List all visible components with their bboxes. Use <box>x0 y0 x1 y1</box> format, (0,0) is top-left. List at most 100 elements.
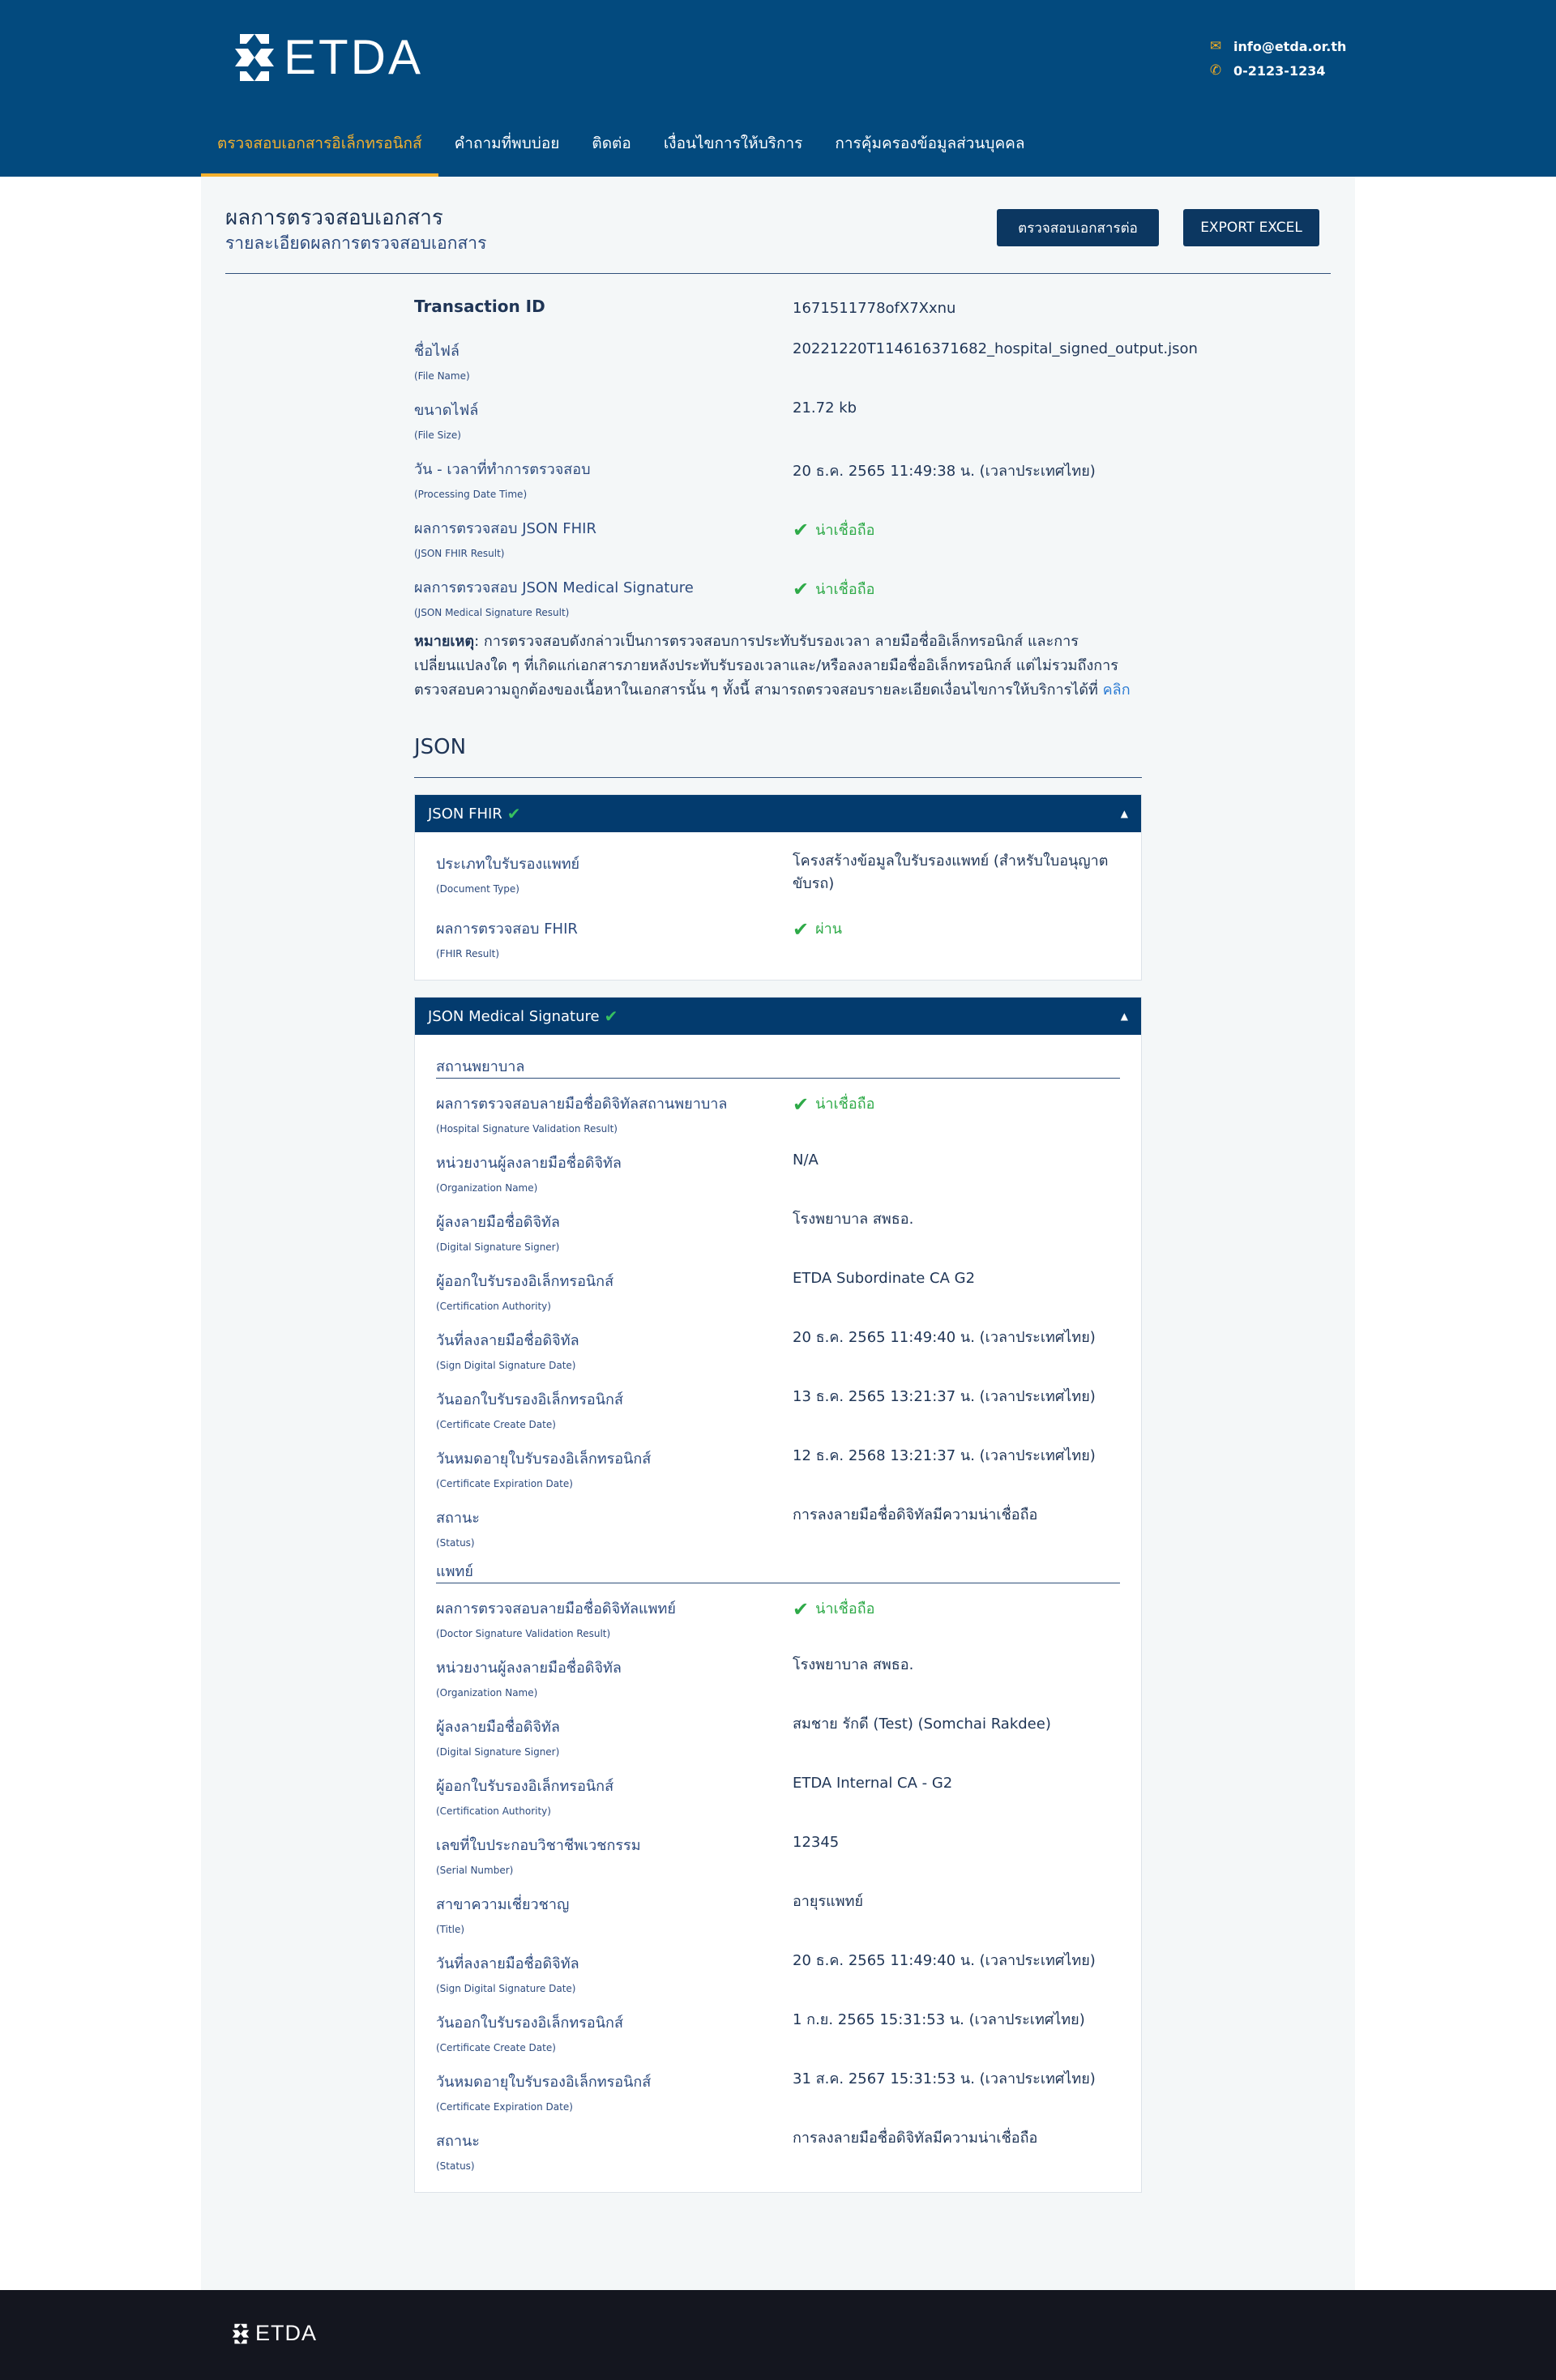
row-sublabel: (Certificate Expiration Date) <box>436 1478 573 1489</box>
row-sublabel: (Title) <box>436 1924 465 1935</box>
status-text: น่าเชื่อถือ <box>815 522 875 539</box>
hospital-sign-date-row: วันที่ลงลายมือชื่อดิจิทัล (Sign Digital … <box>436 1328 1120 1387</box>
row-sublabel: (Status) <box>436 1537 475 1549</box>
hospital-section-label: สถานพยาบาล <box>436 1054 1120 1079</box>
fhir-panel-body: ประเภทใบรับรองแพทย์ (Document Type) โครง… <box>415 832 1141 980</box>
etda-logo-mark-icon <box>235 34 274 81</box>
nav-item-verify-documents[interactable]: ตรวจสอบเอกสารอิเล็กทรอนิกส์ <box>201 113 438 177</box>
row-value: 13 ธ.ค. 2565 13:21:37 น. (เวลาประเทศไทย) <box>793 1388 1096 1405</box>
status-badge: ✔ น่าเชื่อถือ <box>793 1093 1125 1116</box>
row-value: โรงพยาบาล สพธอ. <box>793 1656 914 1673</box>
row-value: 21.72 kb <box>793 400 857 417</box>
main-content: ผลการตรวจสอบเอกสาร รายละเอียดผลการตรวจสอ… <box>201 177 1355 2290</box>
site-header: ETDA ✉ info@etda.or.th ✆ 0-2123-1234 ตรว… <box>0 0 1556 177</box>
row-sublabel: (Certificate Create Date) <box>436 2042 556 2053</box>
nav-item-privacy[interactable]: การคุ้มครองข้อมูลส่วนบุคคล <box>819 113 1041 177</box>
row-value: 20221220T114616371682_hospital_signed_ou… <box>793 340 1198 357</box>
row-value: 12 ธ.ค. 2568 13:21:37 น. (เวลาประเทศไทย) <box>793 1447 1096 1464</box>
fhir-panel-header[interactable]: JSON FHIR ✔ ▲ <box>415 795 1141 832</box>
status-badge: ✔ น่าเชื่อถือ <box>793 577 874 600</box>
doctor-specialty-row: สาขาความเชี่ยวชาญ (Title) อายุรแพทย์ <box>436 1892 1120 1951</box>
row-value: การลงลายมือชื่อดิจิทัลมีความน่าเชื่อถือ <box>793 2130 1038 2147</box>
row-value: ETDA Subordinate CA G2 <box>793 1270 976 1287</box>
chevron-up-icon[interactable]: ▲ <box>1121 808 1128 819</box>
check-icon: ✔ <box>604 1006 618 1026</box>
row-value: 12345 <box>793 1834 840 1851</box>
row-label: ผลการตรวจสอบ JSON FHIR <box>414 520 596 537</box>
terms-link[interactable]: คลิก <box>1103 682 1131 699</box>
export-excel-button[interactable]: EXPORT EXCEL <box>1183 209 1319 246</box>
file-name-row: ชื่อไฟล์ (File Name) 20221220T1146163716… <box>414 339 1198 398</box>
signature-panel-header[interactable]: JSON Medical Signature ✔ ▲ <box>415 998 1141 1035</box>
row-value: การลงลายมือชื่อดิจิทัลมีความน่าเชื่อถือ <box>793 1506 1038 1523</box>
doctor-validation-row: ผลการตรวจสอบลายมือชื่อดิจิทัลแพทย์ (Doct… <box>436 1596 1120 1656</box>
check-icon: ✔ <box>793 1598 810 1621</box>
row-sublabel: (Organization Name) <box>436 1182 538 1194</box>
row-sublabel: (Hospital Signature Validation Result) <box>436 1123 618 1134</box>
contact-phone-text: 0-2123-1234 <box>1233 62 1326 79</box>
signature-panel: JSON Medical Signature ✔ ▲ สถานพยาบาล ผล… <box>414 997 1142 2193</box>
row-value: โครงสร้างข้อมูลใบรับรองแพทย์ (สำหรับใบอน… <box>793 852 1109 892</box>
doctor-sign-date-row: วันที่ลงลายมือชื่อดิจิทัล (Sign Digital … <box>436 1951 1120 2010</box>
doctor-cert-create-row: วันออกใบรับรองอิเล็กทรอนิกส์ (Certificat… <box>436 2010 1120 2070</box>
row-value: สมชาย รักดี (Test) (Somchai Rakdee) <box>793 1716 1051 1733</box>
row-sublabel: (File Name) <box>414 370 470 382</box>
hospital-organization-row: หน่วยงานผู้ลงลายมือชื่อดิจิทัล (Organiza… <box>436 1151 1120 1210</box>
row-sublabel: (Certification Authority) <box>436 1301 551 1312</box>
status-text: น่าเชื่อถือ <box>815 1600 875 1617</box>
hospital-cert-create-row: วันออกใบรับรองอิเล็กทรอนิกส์ (Certificat… <box>436 1387 1120 1446</box>
row-sublabel: (Sign Digital Signature Date) <box>436 1360 576 1371</box>
processing-time-row: วัน - เวลาที่ทำการตรวจสอบ (Processing Da… <box>414 457 1142 516</box>
fhir-result-row: ผลการตรวจสอบ FHIR (FHIR Result) ✔ ผ่าน <box>436 917 1120 959</box>
row-label: ขนาดไฟล์ <box>414 402 479 419</box>
status-text: ผ่าน <box>815 921 843 938</box>
panel-title: JSON FHIR <box>428 805 502 823</box>
row-value: 20 ธ.ค. 2565 11:49:40 น. (เวลาประเทศไทย) <box>793 1329 1096 1346</box>
row-sublabel: (JSON FHIR Result) <box>414 548 505 559</box>
verify-another-button[interactable]: ตรวจสอบเอกสารต่อ <box>997 209 1159 246</box>
check-icon: ✔ <box>507 804 521 823</box>
footer-logo[interactable]: ETDA <box>231 2321 317 2346</box>
doctor-signer-row: ผู้ลงลายมือชื่อดิจิทัล (Digital Signatur… <box>436 1715 1120 1774</box>
doctor-status-row: สถานะ (Status) การลงลายมือชื่อดิจิทัลมีค… <box>436 2129 1120 2172</box>
phone-icon: ✆ <box>1209 62 1222 79</box>
nav-item-contact[interactable]: ติดต่อ <box>575 113 647 177</box>
row-sublabel: (Organization Name) <box>436 1687 538 1698</box>
transaction-row: Transaction ID 1671511778ofX7Xxnu <box>414 297 1142 339</box>
etda-logo[interactable]: ETDA <box>232 29 423 86</box>
contact-phone[interactable]: ✆ 0-2123-1234 <box>1208 58 1346 83</box>
row-value: 1 ก.ย. 2565 15:31:53 น. (เวลาประเทศไทย) <box>793 2011 1085 2028</box>
status-text: น่าเชื่อถือ <box>815 581 875 598</box>
row-sublabel: (Certificate Expiration Date) <box>436 2101 573 2113</box>
disclaimer-note: หมายเหตุ: การตรวจสอบดังกล่าวเป็นการตรวจส… <box>414 630 1142 703</box>
contact-email-text: info@etda.or.th <box>1233 38 1347 54</box>
chevron-up-icon[interactable]: ▲ <box>1121 1011 1128 1022</box>
logo-text: ETDA <box>284 30 424 84</box>
file-size-row: ขนาดไฟล์ (File Size) 21.72 kb <box>414 398 1142 457</box>
doctor-organization-row: หน่วยงานผู้ลงลายมือชื่อดิจิทัล (Organiza… <box>436 1656 1120 1715</box>
row-sublabel: (FHIR Result) <box>436 948 500 959</box>
row-sublabel: (Certification Authority) <box>436 1805 551 1817</box>
fhir-result-row: ผลการตรวจสอบ JSON FHIR (JSON FHIR Result… <box>414 516 1142 575</box>
doctor-section-label: แพทย์ <box>436 1559 1120 1583</box>
contact-email[interactable]: ✉ info@etda.or.th <box>1208 34 1347 58</box>
envelope-icon: ✉ <box>1209 38 1222 54</box>
row-value: 20 ธ.ค. 2565 11:49:38 น. (เวลาประเทศไทย) <box>793 463 1096 480</box>
row-sublabel: (Status) <box>436 2160 475 2172</box>
hospital-cert-expire-row: วันหมดอายุใบรับรองอิเล็กทรอนิกส์ (Certif… <box>436 1446 1120 1506</box>
row-sublabel: (JSON Medical Signature Result) <box>414 607 570 618</box>
row-sublabel: (Sign Digital Signature Date) <box>436 1983 576 1994</box>
nav-item-terms[interactable]: เงื่อนไขการให้บริการ <box>648 113 819 177</box>
doctor-ca-row: ผู้ออกใบรับรองอิเล็กทรอนิกส์ (Certificat… <box>436 1774 1120 1833</box>
check-icon: ✔ <box>793 518 810 541</box>
row-sublabel: (Doctor Signature Validation Result) <box>436 1628 611 1639</box>
transaction-label: Transaction ID <box>414 297 545 316</box>
nav-item-faq[interactable]: คำถามที่พบบ่อย <box>438 113 576 177</box>
check-icon: ✔ <box>793 1093 810 1116</box>
note-heading: หมายเหตุ <box>414 633 475 650</box>
signature-result-row: ผลการตรวจสอบ JSON Medical Signature (JSO… <box>414 575 1142 635</box>
result-details: Transaction ID 1671511778ofX7Xxnu ชื่อไฟ… <box>414 297 1198 2193</box>
row-sublabel: (Processing Date Time) <box>414 489 528 500</box>
row-label: ผลการตรวจสอบ JSON Medical Signature <box>414 579 694 596</box>
footer-logo-text: ETDA <box>255 2321 318 2345</box>
